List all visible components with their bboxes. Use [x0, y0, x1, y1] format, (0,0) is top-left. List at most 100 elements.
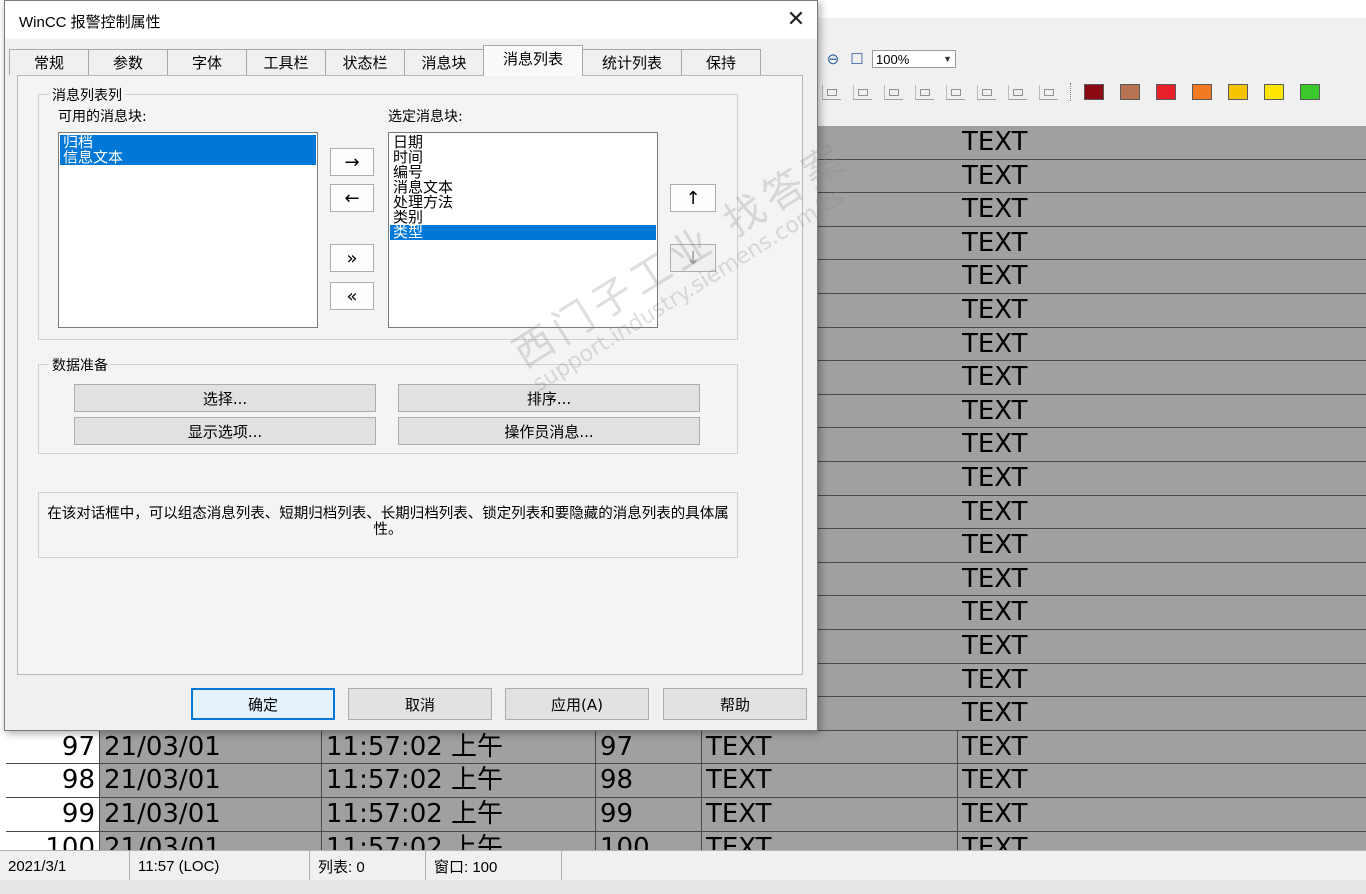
cell-time: 11:57:02 上午 [322, 764, 596, 797]
cell-t2: TEXT [962, 765, 1028, 796]
dialog-title: WinCC 报警控制属性 [19, 14, 161, 31]
cell-t2: TEXT [962, 731, 1028, 762]
color-swatch[interactable] [1084, 84, 1104, 100]
group-title-message-list: 消息列表列 [49, 85, 125, 105]
selected-list-item[interactable]: 日期 [390, 135, 656, 150]
table-row[interactable]: 97 21/03/01 11:57:02 上午 97 TEXT TEXT [6, 730, 1366, 765]
double-arrow-right-icon: » [346, 247, 358, 269]
tab-2[interactable]: 字体 [167, 49, 247, 75]
cell-num: 99 [6, 798, 100, 831]
tab-6[interactable]: 消息列表 [483, 45, 583, 76]
selected-list-item[interactable]: 处理方法 [390, 195, 656, 210]
group-title-data-preparation: 数据准备 [49, 355, 111, 375]
tab-3[interactable]: 工具栏 [246, 49, 326, 75]
align-middle-icon[interactable] [884, 84, 903, 100]
tab-8[interactable]: 保持 [681, 49, 761, 75]
move-left-button[interactable]: ← [330, 184, 374, 212]
same-height-icon[interactable] [1008, 84, 1027, 100]
cell-date: 21/03/01 [100, 798, 322, 831]
status-time: 11:57 (LOC) [130, 851, 310, 881]
color-swatch[interactable] [1264, 84, 1284, 100]
text-cell: TEXT [962, 362, 1028, 393]
zoom-select[interactable]: 100% ▼ [872, 50, 956, 68]
text-cell: TEXT [962, 496, 1028, 527]
select-button[interactable]: 选择... [74, 384, 376, 412]
properties-dialog: WinCC 报警控制属性 ✕ 常规 参数 字体 工具栏 状态栏 消息块 消息列表 统计列表 保持… [4, 0, 818, 731]
dialog-title-bar: WinCC 报警控制属性 ✕ [5, 1, 817, 39]
operator-messages-button[interactable]: 操作员消息... [398, 417, 700, 445]
display-options-button[interactable]: 显示选项... [74, 417, 376, 445]
color-palette [1084, 84, 1320, 100]
selected-blocks-label: 选定消息块: [388, 109, 463, 125]
align-toolbar [822, 80, 1320, 104]
text-cell: TEXT [962, 631, 1028, 661]
cell-id: 99 [596, 798, 702, 831]
tab-4[interactable]: 状态栏 [325, 49, 405, 75]
same-size-icon[interactable] [1039, 84, 1058, 100]
selected-list-item[interactable]: 类型 [390, 225, 656, 240]
table-row[interactable]: 99 21/03/01 11:57:02 上午 99 TEXT TEXT [6, 798, 1366, 832]
zoom-area-icon[interactable]: ☐ [848, 50, 866, 68]
tab-7[interactable]: 统计列表 [582, 49, 682, 75]
move-all-left-button[interactable]: « [330, 282, 374, 310]
move-all-right-button[interactable]: » [330, 244, 374, 272]
distribute-vertical-icon[interactable] [946, 84, 965, 100]
cell-time: 11:57:02 上午 [322, 798, 596, 831]
same-width-icon[interactable] [977, 84, 996, 100]
background-toolbar: ⊖ ☐ 100% ▼ [818, 18, 1366, 127]
selected-blocks-list[interactable]: 日期 时间 编号 消息文本 处理方法 类别 类型 [388, 132, 658, 328]
arrow-down-icon: ↓ [685, 247, 701, 269]
cell-time: 11:57:02 上午 [322, 730, 596, 764]
tab-5[interactable]: 消息块 [404, 49, 484, 75]
color-swatch[interactable] [1192, 84, 1212, 100]
toolbar-separator [1070, 83, 1072, 101]
help-button[interactable]: 帮助 [663, 688, 807, 720]
available-list-item[interactable]: 归档 [60, 135, 316, 150]
align-bottom-icon[interactable] [822, 84, 841, 100]
distribute-horizontal-icon[interactable] [915, 84, 934, 100]
bottom-strip [0, 880, 1366, 894]
text-cell: TEXT [962, 261, 1028, 292]
text-cell: TEXT [962, 127, 1028, 157]
cell-t1: TEXT [702, 798, 958, 831]
tab-1[interactable]: 参数 [88, 49, 168, 75]
cell-t1: TEXT [702, 730, 958, 764]
available-list-item[interactable]: 信息文本 [60, 150, 316, 165]
selected-list-item[interactable]: 编号 [390, 165, 656, 180]
color-swatch[interactable] [1120, 84, 1140, 100]
ok-button[interactable]: 确定 [191, 688, 335, 720]
move-down-button[interactable]: ↓ [670, 244, 716, 272]
align-center-icon[interactable] [853, 84, 872, 100]
selected-list-item[interactable]: 时间 [390, 150, 656, 165]
cancel-button[interactable]: 取消 [348, 688, 492, 720]
zoom-out-icon[interactable]: ⊖ [824, 50, 842, 68]
available-blocks-list[interactable]: 归档 信息文本 [58, 132, 318, 328]
sort-button[interactable]: 排序... [398, 384, 700, 412]
move-right-button[interactable]: → [330, 148, 374, 176]
color-swatch[interactable] [1156, 84, 1176, 100]
zoom-row: ⊖ ☐ 100% ▼ [824, 48, 956, 70]
text-cell: TEXT [962, 463, 1028, 493]
text-cell: TEXT [962, 530, 1028, 561]
tab-0[interactable]: 常规 [9, 49, 89, 75]
zoom-value: 100% [876, 51, 910, 67]
apply-button[interactable]: 应用(A) [505, 688, 649, 720]
color-swatch[interactable] [1300, 84, 1320, 100]
cell-num: 97 [6, 730, 100, 764]
selected-list-item[interactable]: 消息文本 [390, 180, 656, 195]
table-row[interactable]: 98 21/03/01 11:57:02 上午 98 TEXT TEXT [6, 764, 1366, 798]
selected-list-item[interactable]: 类别 [390, 210, 656, 225]
cell-date: 21/03/01 [100, 764, 322, 797]
close-icon[interactable]: ✕ [783, 7, 809, 33]
arrow-right-icon: → [344, 151, 360, 173]
color-swatch[interactable] [1228, 84, 1248, 100]
text-cell: TEXT [962, 664, 1028, 695]
text-cell: TEXT [962, 395, 1028, 426]
cell-id: 98 [596, 764, 702, 797]
double-arrow-left-icon: « [346, 285, 358, 307]
move-up-button[interactable]: ↑ [670, 184, 716, 212]
cell-t2: TEXT [962, 799, 1028, 829]
text-cell: TEXT [962, 194, 1028, 225]
cell-id: 97 [596, 730, 702, 764]
cell-date: 21/03/01 [100, 730, 322, 764]
